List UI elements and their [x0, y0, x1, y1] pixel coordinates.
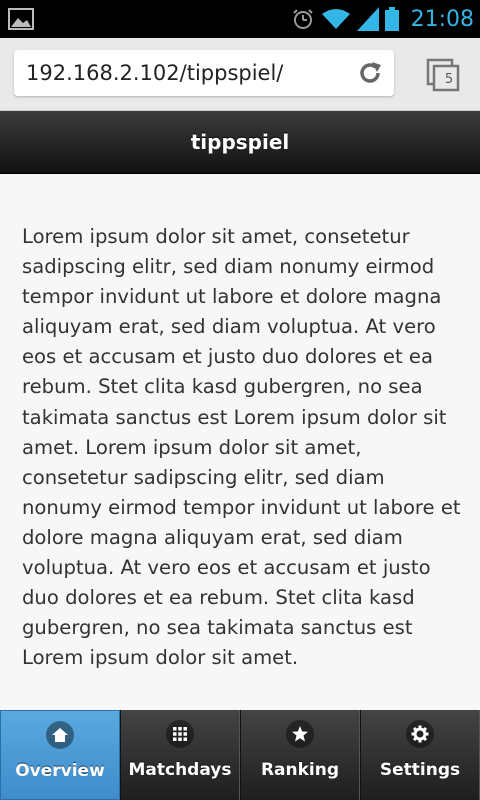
tab-count: 5: [444, 72, 454, 87]
battery-icon: [384, 7, 399, 31]
tabs-button[interactable]: 5: [424, 56, 464, 96]
gear-icon: [406, 720, 434, 748]
page-header: tippspiel: [0, 111, 480, 174]
status-icons: 21:08: [291, 0, 474, 38]
nav-item-matchdays[interactable]: Matchdays: [120, 710, 240, 800]
alarm-icon: [292, 9, 313, 29]
image-notification-icon: [8, 8, 34, 30]
grid-icon: [166, 720, 194, 748]
clock: 21:08: [410, 6, 474, 32]
bottom-navbar: Overview Matchdays Ranking Settings: [0, 710, 480, 800]
signal-icon: [356, 7, 379, 31]
nav-label-overview: Overview: [15, 761, 105, 781]
nav-label-ranking: Ranking: [260, 760, 340, 780]
url-field[interactable]: 192.168.2.102/tippspiel/: [14, 50, 394, 96]
nav-label-settings: Settings: [379, 760, 461, 780]
body-text: Lorem ipsum dolor sit amet, consetetur s…: [22, 225, 461, 670]
status-bar: 21:08: [0, 0, 480, 38]
reload-icon[interactable]: [356, 59, 384, 87]
nav-item-overview[interactable]: Overview: [0, 710, 120, 800]
home-icon: [46, 721, 74, 749]
nav-item-ranking[interactable]: Ranking: [240, 710, 360, 800]
browser-toolbar: 192.168.2.102/tippspiel/ 5: [0, 38, 480, 111]
nav-item-settings[interactable]: Settings: [360, 710, 480, 800]
main-content: Lorem ipsum dolor sit amet, consetetur s…: [0, 174, 480, 710]
star-icon: [286, 720, 314, 748]
wifi-icon: [321, 9, 350, 29]
url-text[interactable]: 192.168.2.102/tippspiel/: [26, 50, 283, 96]
nav-label-matchdays: Matchdays: [128, 760, 232, 780]
page-title: tippspiel: [190, 130, 290, 154]
